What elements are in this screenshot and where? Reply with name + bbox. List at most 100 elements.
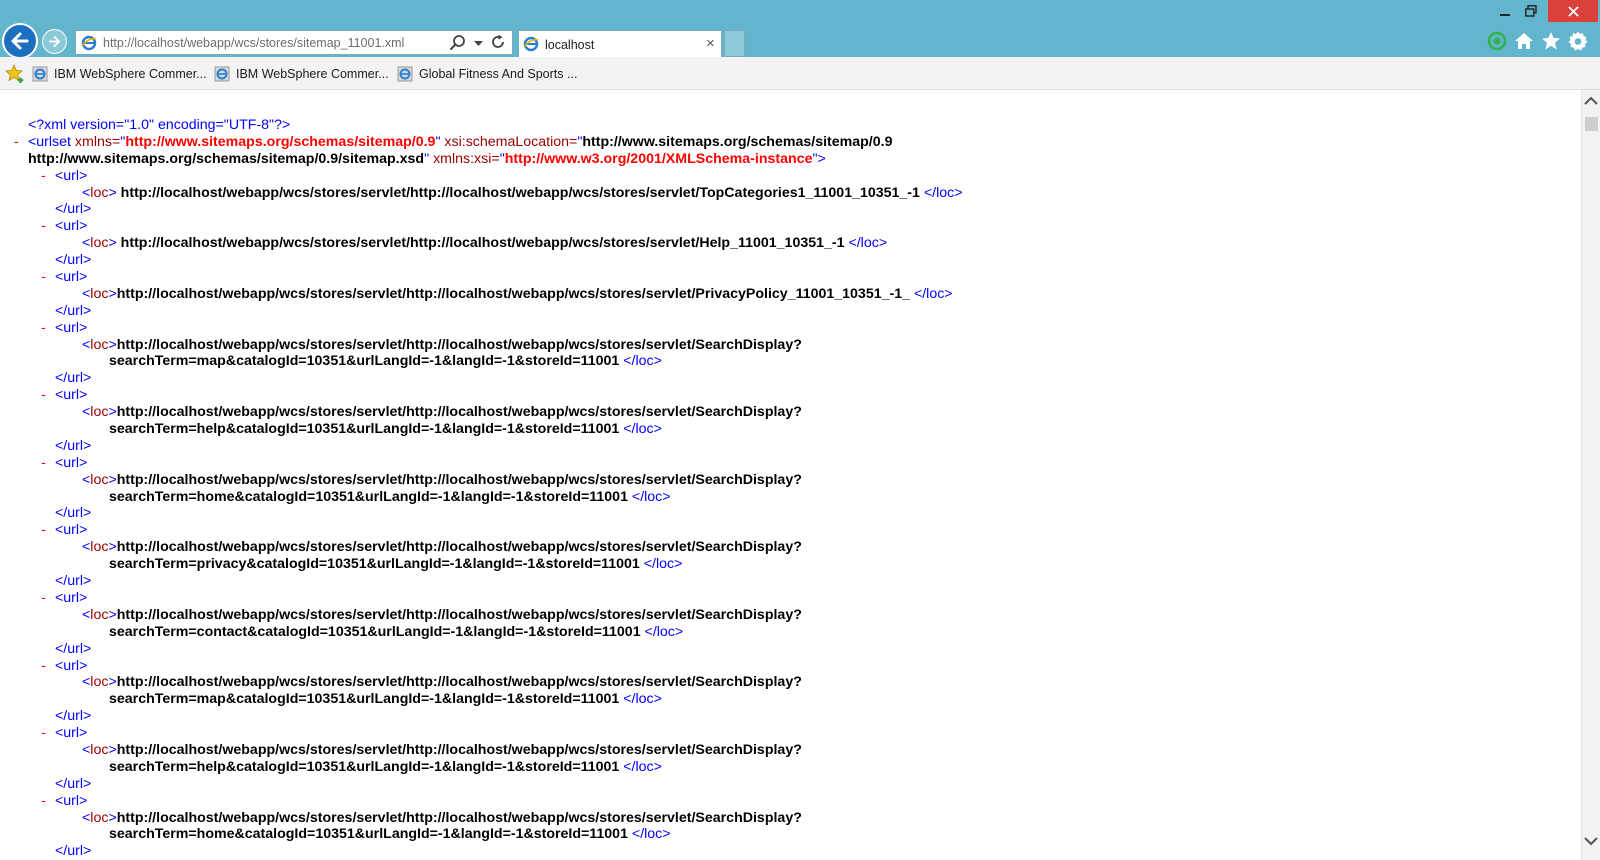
url-open-tag: <url> xyxy=(55,792,88,809)
url-open-line: - <url> xyxy=(0,320,1581,337)
forward-button[interactable] xyxy=(42,29,67,54)
collapse-toggle[interactable]: - xyxy=(41,658,46,675)
url-open-line: - <url> xyxy=(0,455,1581,472)
schema-location-attr-name: xsi:schemaLocation= xyxy=(440,133,578,150)
loc-line-continued: searchTerm=contact&catalogId=10351&urlLa… xyxy=(0,624,1581,641)
loc-element: <loc> http://localhost/webapp/wcs/stores… xyxy=(82,185,963,202)
loc-close-tag: </loc> xyxy=(913,285,953,302)
loc-continued: searchTerm=home&catalogId=10351&urlLangI… xyxy=(109,826,671,843)
collapse-toggle[interactable]: - xyxy=(41,269,46,286)
browser-titlebar: http://localhost/webapp/wcs/stores/sitem… xyxy=(0,0,1600,59)
loc-line-continued: searchTerm=home&catalogId=10351&urlLangI… xyxy=(0,826,1581,843)
back-button[interactable] xyxy=(2,23,38,59)
gt: > xyxy=(108,471,117,488)
search-icon[interactable] xyxy=(449,34,467,52)
address-url-text[interactable]: http://localhost/webapp/wcs/stores/sitem… xyxy=(103,36,404,50)
loc-close-tag: </loc> xyxy=(644,623,684,640)
loc-element: <loc>http://localhost/webapp/wcs/stores/… xyxy=(82,674,802,691)
scrollbar-thumb[interactable] xyxy=(1585,117,1598,131)
url-open-tag: <url> xyxy=(55,387,88,404)
collapse-toggle[interactable]: - xyxy=(41,168,46,185)
loc-close-tag: </loc> xyxy=(643,556,683,573)
url-open-line: - <url> xyxy=(0,590,1581,607)
favorite-link[interactable]: Global Fitness And Sports ... xyxy=(397,66,577,82)
window-minimize-button[interactable] xyxy=(1492,0,1518,22)
favorite-link[interactable]: IBM WebSphere Commer... xyxy=(214,66,389,82)
collapse-toggle[interactable]: - xyxy=(41,590,46,607)
url-entry: - <url> <loc>http://localhost/webapp/wcs/s… xyxy=(0,522,1581,590)
loc-tag-name: loc xyxy=(90,235,109,252)
url-entry: - <url> <loc>http://localhost/webapp/wcs/s… xyxy=(0,455,1581,523)
favorite-link[interactable]: IBM WebSphere Commer... xyxy=(32,66,207,82)
scroll-down-chevron-icon[interactable] xyxy=(1584,836,1598,846)
loc-url-text-continued: searchTerm=home&catalogId=10351&urlLangI… xyxy=(109,826,632,843)
window-maximize-button[interactable] xyxy=(1518,0,1544,22)
url-open-line: - <url> xyxy=(0,168,1581,185)
home-icon[interactable] xyxy=(1514,31,1534,51)
loc-url-text-continued: searchTerm=privacy&catalogId=10351&urlLa… xyxy=(109,556,644,573)
collapse-toggle[interactable]: - xyxy=(41,218,46,235)
browser-tab[interactable]: localhost × xyxy=(518,30,722,57)
loc-url-text-continued: searchTerm=map&catalogId=10351&urlLangId… xyxy=(109,691,624,708)
ie-favicon-icon xyxy=(32,66,48,82)
window-close-button[interactable] xyxy=(1548,0,1598,22)
url-entry: - <url> <loc>http://localhost/webapp/wcs/s… xyxy=(0,590,1581,658)
refresh-icon[interactable] xyxy=(489,33,507,51)
loc-close-tag: </loc> xyxy=(623,691,662,708)
collapse-toggle[interactable]: - xyxy=(41,725,46,742)
loc-tag-name: loc xyxy=(90,809,109,826)
vertical-scrollbar[interactable] xyxy=(1581,90,1600,860)
loc-line-continued: searchTerm=map&catalogId=10351&urlLangId… xyxy=(0,353,1581,370)
loc-close-tag: </loc> xyxy=(623,421,662,438)
url-entry: - <url> <loc>http://localhost/webapp/wcs/s… xyxy=(0,387,1581,455)
loc-element: <loc>http://localhost/webapp/wcs/stores/… xyxy=(82,286,953,303)
collapse-toggle[interactable]: - xyxy=(41,455,46,472)
green-addon-icon[interactable] xyxy=(1487,31,1507,51)
loc-line: <loc>http://localhost/webapp/wcs/stores/… xyxy=(0,607,1581,624)
url-close-tag: </url> xyxy=(55,437,92,454)
loc-line: <loc>http://localhost/webapp/wcs/stores/… xyxy=(0,539,1581,556)
collapse-toggle[interactable]: - xyxy=(41,320,46,337)
url-close-line: </url> xyxy=(0,438,1581,455)
loc-line: <loc> http://localhost/webapp/wcs/stores… xyxy=(0,185,1581,202)
url-open-tag: <url> xyxy=(55,218,88,235)
url-open-line: - <url> xyxy=(0,793,1581,810)
xml-tree: <?xml version="1.0" encoding="UTF-8"?> -… xyxy=(0,117,1581,860)
loc-url-text: http://localhost/webapp/wcs/stores/servl… xyxy=(116,404,802,421)
tab-close-icon[interactable]: × xyxy=(706,35,715,52)
url-open-line: - <url> xyxy=(0,522,1581,539)
favorites-star-icon[interactable] xyxy=(1541,31,1561,51)
dropdown-icon[interactable] xyxy=(474,41,483,47)
url-open-tag: <url> xyxy=(55,454,88,471)
loc-line-continued: searchTerm=help&catalogId=10351&urlLangI… xyxy=(0,421,1581,438)
loc-url-text-continued: searchTerm=home&catalogId=10351&urlLangI… xyxy=(109,488,632,505)
loc-line-continued: searchTerm=privacy&catalogId=10351&urlLa… xyxy=(0,556,1581,573)
loc-continued: searchTerm=privacy&catalogId=10351&urlLa… xyxy=(109,556,682,573)
url-open-tag: <url> xyxy=(55,725,88,742)
gt: > xyxy=(108,606,117,623)
collapse-toggle[interactable]: - xyxy=(41,522,46,539)
loc-element: <loc> http://localhost/webapp/wcs/stores… xyxy=(82,235,887,252)
collapse-toggle[interactable]: - xyxy=(41,793,46,810)
new-tab-button[interactable] xyxy=(724,30,745,57)
loc-tag-name: loc xyxy=(90,741,109,758)
url-entries: - <url> <loc> http://localhost/webapp/wcs/… xyxy=(0,168,1581,860)
loc-element: <loc>http://localhost/webapp/wcs/stores/… xyxy=(82,337,802,354)
loc-element: <loc>http://localhost/webapp/wcs/stores/… xyxy=(82,539,802,556)
add-to-favorites-star-icon[interactable] xyxy=(5,64,25,84)
url-close-line: </url> xyxy=(0,708,1581,725)
gt: > xyxy=(108,674,117,691)
url-close-line: </url> xyxy=(0,303,1581,320)
loc-url-text: http://localhost/webapp/wcs/stores/servl… xyxy=(116,184,924,201)
collapse-toggle[interactable]: - xyxy=(14,134,19,151)
collapse-toggle[interactable]: - xyxy=(41,387,46,404)
scroll-up-chevron-icon[interactable] xyxy=(1584,96,1598,106)
address-bar[interactable]: http://localhost/webapp/wcs/stores/sitem… xyxy=(75,30,513,55)
loc-url-text-continued: searchTerm=help&catalogId=10351&urlLangI… xyxy=(109,758,624,775)
url-open-tag: <url> xyxy=(55,269,88,286)
loc-continued: searchTerm=home&catalogId=10351&urlLangI… xyxy=(109,489,671,506)
url-close-line: </url> xyxy=(0,201,1581,218)
ie-favicon-icon xyxy=(523,36,539,52)
settings-gear-icon[interactable] xyxy=(1568,31,1588,51)
loc-tag-name: loc xyxy=(90,606,109,623)
